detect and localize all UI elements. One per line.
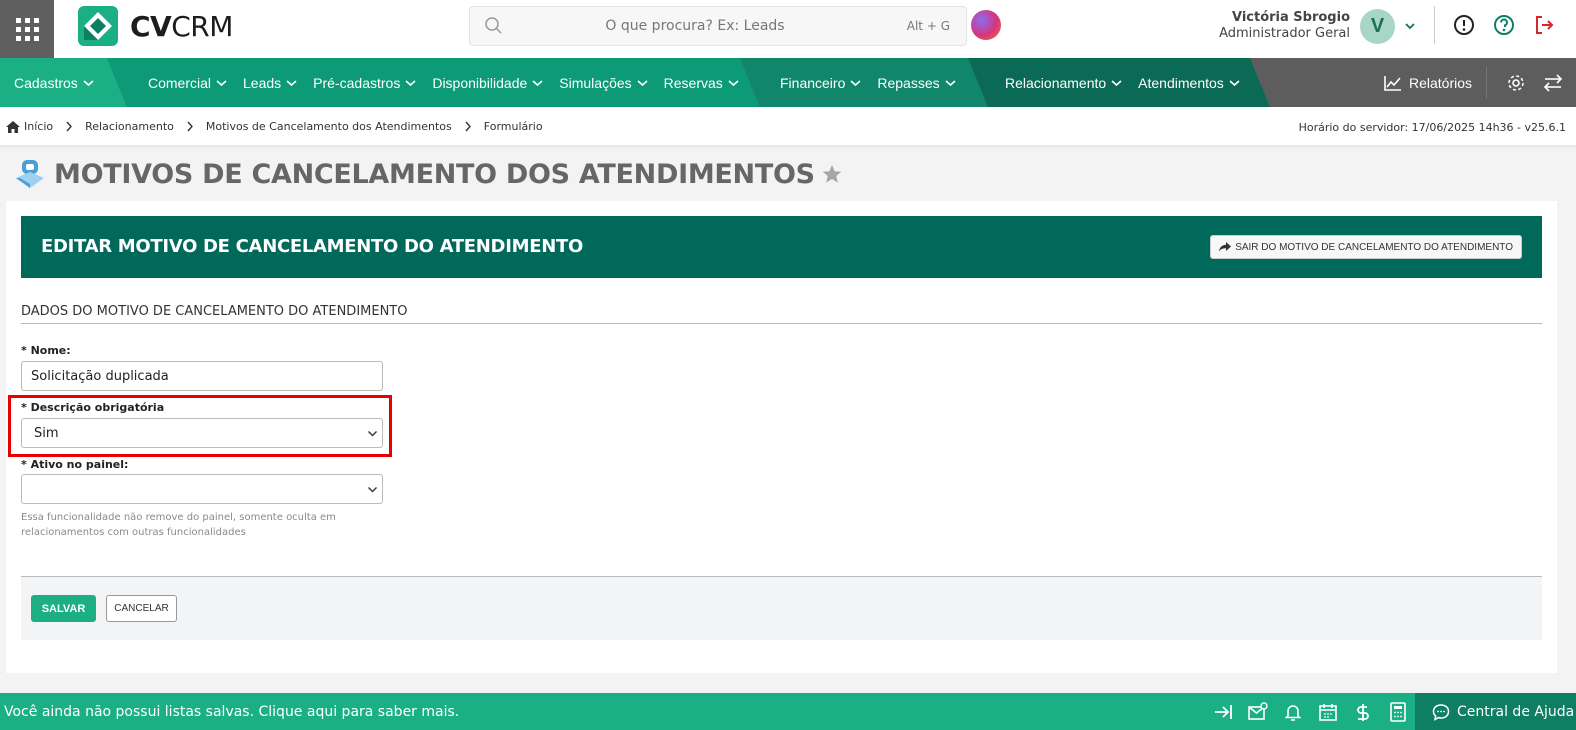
search-shortcut-hint: Alt + G bbox=[906, 19, 950, 33]
avatar[interactable]: V bbox=[1360, 9, 1395, 44]
header-divider bbox=[1434, 6, 1435, 44]
chevron-down-icon bbox=[83, 79, 94, 86]
assistant-orb-icon[interactable] bbox=[971, 10, 1001, 40]
chevron-right-icon bbox=[465, 121, 471, 132]
breadcrumb-bar: Início Relacionamento Motivos de Cancela… bbox=[0, 107, 1576, 145]
logo-mark-icon bbox=[78, 6, 118, 46]
chevron-down-icon bbox=[1111, 79, 1122, 86]
chart-line-icon bbox=[1384, 75, 1401, 91]
nav-item-relacionamento[interactable]: Relacionamento bbox=[1005, 75, 1122, 91]
calendar-icon[interactable] bbox=[1318, 702, 1338, 722]
card-header: EDITAR MOTIVO DE CANCELAMENTO DO ATENDIM… bbox=[21, 216, 1542, 278]
logo-text: CVCRM bbox=[130, 9, 233, 43]
bottom-bar: Você ainda não possui listas salvas. Cli… bbox=[0, 693, 1576, 730]
nome-input[interactable] bbox=[21, 361, 383, 391]
exit-form-button[interactable]: SAIR DO MOTIVO DE CANCELAMENTO DO ATENDI… bbox=[1210, 235, 1522, 259]
logout-icon[interactable] bbox=[1533, 14, 1555, 36]
nav-group-financeiro: Financeiro Repasses bbox=[780, 58, 972, 107]
form-card: EDITAR MOTIVO DE CANCELAMENTO DO ATENDIM… bbox=[6, 201, 1557, 673]
star-icon[interactable] bbox=[821, 163, 843, 185]
chevron-down-icon bbox=[728, 79, 739, 86]
ativo-help-text: Essa funcionalidade não remove do painel… bbox=[21, 512, 336, 538]
chevron-down-icon bbox=[1229, 79, 1240, 86]
mail-settings-icon[interactable] bbox=[1248, 702, 1268, 722]
nav-group-comercial: Comercial Leads Pré-cadastros Disponibil… bbox=[148, 58, 755, 107]
page-title: MOTIVOS DE CANCELAMENTO DOS ATENDIMENTOS bbox=[54, 158, 815, 190]
nav-item-repasses[interactable]: Repasses bbox=[877, 75, 956, 91]
chevron-down-icon bbox=[286, 79, 297, 86]
page-title-row: MOTIVOS DE CANCELAMENTO DOS ATENDIMENTOS bbox=[14, 158, 843, 190]
user-role: Administrador Geral bbox=[1219, 26, 1350, 41]
swap-arrows-icon[interactable] bbox=[1542, 73, 1564, 93]
chevron-down-icon[interactable] bbox=[1403, 19, 1417, 33]
chevron-down-icon bbox=[637, 79, 648, 86]
descricao-select[interactable]: Sim bbox=[21, 418, 383, 448]
descricao-selected-value: Sim bbox=[34, 425, 59, 441]
save-button[interactable]: SALVAR bbox=[31, 595, 96, 622]
apps-menu-button[interactable] bbox=[0, 0, 54, 58]
user-name: Victória Sbrogio bbox=[1231, 10, 1350, 25]
nav-item-atendimentos[interactable]: Atendimentos bbox=[1138, 75, 1240, 91]
nav-item-simulacoes[interactable]: Simulações bbox=[559, 75, 648, 91]
form-actions: SALVAR CANCELAR bbox=[21, 576, 1542, 640]
chat-bubble-icon bbox=[1432, 703, 1450, 721]
top-header: CVCRM Alt + G Victória Sbrogio Administr… bbox=[0, 0, 1576, 58]
grid-icon bbox=[15, 17, 39, 41]
chevron-down-icon bbox=[532, 79, 543, 86]
nav-item-leads[interactable]: Leads bbox=[243, 75, 297, 91]
nav-item-pre-cadastros[interactable]: Pré-cadastros bbox=[313, 75, 416, 91]
calculator-icon[interactable] bbox=[1388, 702, 1408, 722]
section-title: DADOS DO MOTIVO DE CANCELAMENTO DO ATEND… bbox=[21, 304, 408, 319]
nav-item-relatorios[interactable]: Relatórios bbox=[1383, 74, 1472, 92]
user-info[interactable]: Victória Sbrogio Administrador Geral bbox=[1219, 10, 1350, 41]
help-center-button[interactable]: Central de Ajuda bbox=[1415, 693, 1576, 730]
home-icon bbox=[6, 120, 20, 133]
chevron-down-icon bbox=[850, 79, 861, 86]
ativo-label: * Ativo no painel: bbox=[21, 458, 129, 471]
chevron-down-icon bbox=[368, 487, 377, 493]
server-time: Horário do servidor: 17/06/2025 14h36 - … bbox=[1298, 121, 1566, 134]
breadcrumb-current: Formulário bbox=[483, 120, 543, 133]
nav-item-reservas[interactable]: Reservas bbox=[664, 75, 739, 91]
nav-group-relacionamento: Relacionamento Atendimentos bbox=[1005, 58, 1256, 107]
card-title: EDITAR MOTIVO DE CANCELAMENTO DO ATENDIM… bbox=[41, 236, 583, 257]
cancel-button[interactable]: CANCELAR bbox=[106, 595, 177, 622]
nav-group-cadastros: Cadastros bbox=[14, 58, 110, 107]
info-icon[interactable] bbox=[1453, 14, 1475, 36]
nav-item-cadastros[interactable]: Cadastros bbox=[14, 75, 94, 91]
nav-divider bbox=[1486, 66, 1487, 99]
global-search[interactable]: Alt + G bbox=[469, 6, 967, 46]
gear-icon[interactable] bbox=[1506, 73, 1526, 93]
breadcrumb-item[interactable]: Relacionamento bbox=[85, 120, 174, 133]
support-agent-icon bbox=[16, 160, 44, 188]
chevron-down-icon bbox=[216, 79, 227, 86]
saved-lists-message[interactable]: Você ainda não possui listas salvas. Cli… bbox=[4, 704, 459, 720]
search-input[interactable] bbox=[515, 12, 875, 40]
chevron-down-icon bbox=[368, 431, 377, 437]
help-icon[interactable] bbox=[1493, 14, 1515, 36]
section-divider bbox=[21, 323, 1542, 324]
main-nav: Cadastros Comercial Leads Pré-cadastros … bbox=[0, 58, 1576, 107]
nav-item-disponibilidade[interactable]: Disponibilidade bbox=[432, 75, 543, 91]
breadcrumb-home[interactable]: Início bbox=[24, 120, 53, 133]
chevron-right-icon bbox=[66, 121, 73, 132]
chevron-down-icon bbox=[945, 79, 956, 86]
nav-item-comercial[interactable]: Comercial bbox=[148, 75, 227, 91]
nome-label: * Nome: bbox=[21, 344, 71, 357]
arrow-to-right-icon[interactable] bbox=[1213, 702, 1233, 722]
ativo-select[interactable] bbox=[21, 474, 383, 504]
dollar-icon[interactable] bbox=[1353, 702, 1373, 722]
nav-item-financeiro[interactable]: Financeiro bbox=[780, 75, 861, 91]
bell-icon[interactable] bbox=[1283, 702, 1303, 722]
share-arrow-icon bbox=[1219, 242, 1232, 252]
app-logo[interactable]: CVCRM bbox=[78, 6, 233, 46]
chevron-right-icon bbox=[187, 121, 193, 132]
chevron-down-icon bbox=[405, 79, 416, 86]
nav-right-tools: Relatórios bbox=[1383, 58, 1576, 107]
help-center-label: Central de Ajuda bbox=[1457, 703, 1575, 720]
descricao-label: * Descrição obrigatória bbox=[21, 401, 165, 414]
breadcrumb-item[interactable]: Motivos de Cancelamento dos Atendimentos bbox=[206, 120, 452, 133]
search-icon bbox=[485, 17, 502, 34]
breadcrumb: Início Relacionamento Motivos de Cancela… bbox=[6, 120, 543, 133]
